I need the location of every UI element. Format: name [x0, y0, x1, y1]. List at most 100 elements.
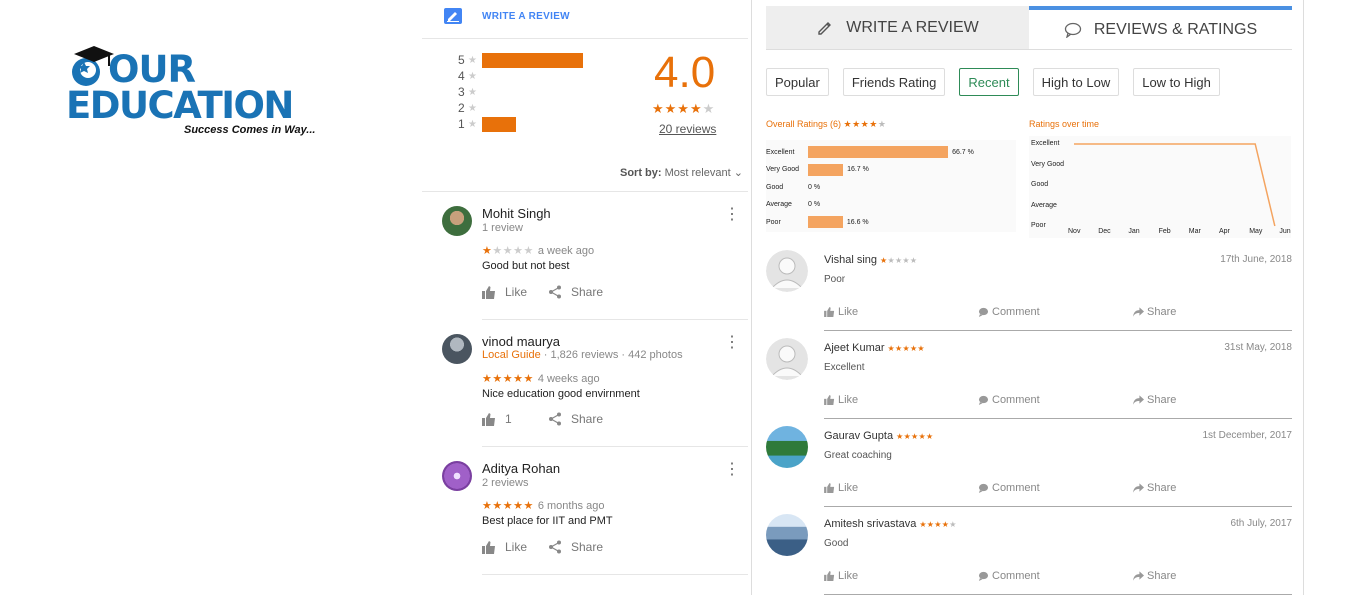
like-label: Like — [838, 394, 859, 406]
review-stars: ★★★★★ — [919, 520, 957, 529]
like-button[interactable]: Like — [824, 306, 858, 318]
reviewer-name[interactable]: Vishal sing ★★★★★ — [824, 254, 917, 266]
ratings-over-time-title: Ratings over time — [1029, 119, 1100, 129]
share-button[interactable]: Share — [1133, 394, 1176, 406]
filter-popular[interactable]: Popular — [766, 68, 829, 96]
reviewer-name[interactable]: Amitesh srivastava ★★★★★ — [824, 518, 957, 530]
sort-dropdown[interactable]: Sort by: Most relevant ⌄ — [620, 166, 743, 179]
like-button[interactable]: Like — [824, 570, 858, 582]
star-icon: ★ — [468, 102, 477, 114]
avatar[interactable] — [766, 338, 808, 380]
local-guide-badge: Local Guide — [482, 349, 541, 361]
like-button[interactable]: Like — [482, 285, 527, 299]
filter-high-to-low[interactable]: High to Low — [1032, 68, 1120, 96]
write-review-link[interactable]: WRITE A REVIEW — [444, 8, 570, 24]
more-options-icon[interactable]: ⋮ — [724, 335, 740, 351]
bar — [808, 146, 949, 158]
review-text: Excellent — [824, 362, 865, 373]
bar-value-label: 16.7 % — [847, 166, 869, 173]
share-icon — [549, 285, 561, 299]
avatar[interactable] — [442, 334, 472, 364]
tab-reviews-ratings[interactable]: REVIEWS & RATINGS — [1029, 6, 1292, 50]
share-button[interactable]: Share — [548, 285, 603, 299]
chevron-down-icon: ⌄ — [733, 167, 743, 179]
comment-label: Comment — [992, 394, 1040, 406]
thumbs-up-icon — [824, 307, 835, 317]
like-button[interactable]: 1 — [482, 412, 512, 426]
bar — [808, 216, 843, 228]
reviewer-meta: Local Guide · 1,826 reviews · 442 photos — [482, 349, 683, 361]
more-options-icon[interactable]: ⋮ — [724, 207, 740, 223]
avatar[interactable] — [766, 514, 808, 556]
average-rating: 4.0 — [654, 48, 716, 97]
share-label: Share — [1147, 482, 1177, 494]
chart-row: Very Good 16.7 % — [766, 163, 869, 176]
histogram-bar — [482, 52, 583, 68]
sort-filters: Popular Friends Rating Recent High to Lo… — [766, 68, 1234, 96]
share-label: Share — [1147, 306, 1177, 318]
star-icon: ★ — [468, 86, 477, 98]
like-button[interactable]: Like — [824, 482, 858, 494]
like-button[interactable]: Like — [824, 394, 858, 406]
bar-value-label: 0 % — [808, 183, 821, 191]
reviewer-name[interactable]: Ajeet Kumar ★★★★★ — [824, 342, 925, 354]
review-time: 6 months ago — [537, 500, 605, 512]
share-button[interactable]: Share — [1133, 570, 1176, 582]
avatar[interactable] — [442, 206, 472, 236]
share-button[interactable]: Share — [1133, 482, 1176, 494]
like-label: Like — [838, 570, 859, 582]
comment-button[interactable]: Comment — [978, 394, 1040, 406]
share-button[interactable]: Share — [548, 540, 603, 554]
star-icon: ★ — [468, 118, 477, 130]
average-stars: ★★★★★ — [652, 101, 716, 116]
comment-button[interactable]: Comment — [978, 482, 1040, 494]
comment-button[interactable]: Comment — [978, 306, 1040, 318]
share-label: Share — [571, 285, 604, 299]
comment-label: Comment — [992, 482, 1040, 494]
avatar[interactable] — [766, 250, 808, 292]
divider — [824, 330, 1292, 331]
review-item: Gaurav Gupta ★★★★★ 1st December, 2017 Great… — [766, 426, 1292, 514]
share-icon — [549, 412, 561, 426]
ratings-over-time-chart: Excellent Very Good Good Average Poor Nov Dec J… — [1029, 136, 1291, 238]
our-education-logo[interactable]: OUR EDUCATION Success Comes in Way... — [64, 40, 324, 140]
reviewer-stats: · 1,826 reviews · 442 photos — [543, 349, 683, 361]
reviewer-name[interactable]: Gaurav Gupta ★★★★★ — [824, 430, 933, 442]
bar-category-label: Good — [766, 183, 784, 191]
filter-friends-rating[interactable]: Friends Rating — [842, 68, 946, 96]
logo-tagline: Success Comes in Way... — [184, 124, 316, 136]
review-date: 31st May, 2018 — [1224, 342, 1292, 353]
review-date: 6th July, 2017 — [1230, 518, 1292, 529]
bar-category-label: Average — [766, 201, 792, 208]
reviewer-name-text: Ajeet Kumar — [824, 342, 885, 354]
divider — [422, 38, 748, 39]
review-tabs: WRITE A REVIEW REVIEWS & RATINGS — [766, 6, 1292, 50]
comment-icon — [978, 307, 989, 317]
filter-recent[interactable]: Recent — [959, 68, 1019, 96]
comment-button[interactable]: Comment — [978, 570, 1040, 582]
star-icon: ★ — [468, 70, 477, 82]
share-label: Share — [1147, 394, 1177, 406]
avatar[interactable] — [766, 426, 808, 468]
share-button[interactable]: Share — [1133, 306, 1176, 318]
more-options-icon[interactable]: ⋮ — [724, 462, 740, 478]
histogram-label: 5 — [458, 53, 465, 67]
divider — [482, 319, 748, 320]
histogram-label: 4 — [458, 69, 465, 83]
review-count-link[interactable]: 20 reviews — [659, 122, 716, 136]
share-arrow-icon — [1133, 395, 1144, 405]
divider — [824, 418, 1292, 419]
share-button[interactable]: Share — [548, 412, 603, 426]
review-text: Poor — [824, 274, 846, 285]
review-item: Vishal sing ★★★★★ 17th June, 2018 Poor Like C… — [766, 250, 1292, 338]
reviewer-name[interactable]: vinod maurya — [482, 334, 560, 349]
chart-row: Good 0 % — [766, 181, 820, 193]
like-button[interactable]: Like — [482, 540, 527, 554]
reviewer-meta: 2 reviews — [482, 477, 529, 489]
avatar[interactable] — [442, 461, 472, 491]
filter-low-to-high[interactable]: Low to High — [1133, 68, 1220, 96]
bar — [808, 163, 844, 176]
tab-write-review[interactable]: WRITE A REVIEW — [766, 6, 1029, 50]
reviewer-name[interactable]: Aditya Rohan — [482, 461, 560, 476]
reviewer-name[interactable]: Mohit Singh — [482, 206, 551, 221]
